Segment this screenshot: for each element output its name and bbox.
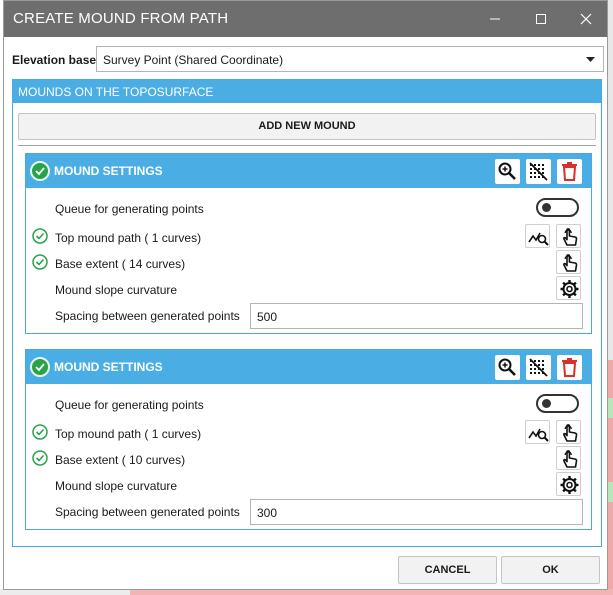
queue-label: Queue for generating points [55,398,204,412]
mound-settings-title: MOUND SETTINGS [54,164,163,178]
minimize-button[interactable] [472,1,518,37]
queue-toggle[interactable] [536,394,579,413]
hand-pointer-icon [563,254,578,272]
clear-points-button[interactable] [526,355,551,380]
title-bar[interactable]: CREATE MOUND FROM PATH [4,1,607,37]
elevation-base-label: Elevation base [12,53,97,67]
divider [18,145,596,146]
hand-pointer-icon [563,228,578,246]
mounds-panel-header: MOUNDS ON THE TOPOSURFACE [13,80,601,103]
queue-label: Queue for generating points [55,202,204,216]
pick-base-extent-button[interactable] [556,250,581,274]
mound-settings-header: MOUND SETTINGS [26,350,591,384]
slope-settings-button[interactable] [556,276,581,300]
dotted-grid-slash-icon [529,358,548,377]
trash-icon [562,358,577,377]
close-icon [580,13,592,25]
magnifier-plus-icon [498,162,516,180]
pick-top-path-button[interactable] [556,420,581,444]
mounds-panel: MOUNDS ON THE TOPOSURFACE ADD NEW MOUND … [12,79,602,547]
spacing-input[interactable]: 500 [250,303,583,329]
preview-path-button[interactable] [525,420,550,444]
minimize-icon [490,18,500,20]
slope-curvature-label: Mound slope curvature [55,283,178,297]
base-extent-label: Base extent ( 14 curves) [55,257,186,271]
gear-icon [560,476,579,494]
pick-top-path-button[interactable] [556,224,581,248]
trash-icon [562,162,577,181]
ok-button[interactable]: OK [501,556,600,584]
spacing-input[interactable]: 300 [250,499,583,525]
pick-base-extent-button[interactable] [556,446,581,470]
hand-pointer-icon [563,424,578,442]
add-new-mound-button[interactable]: ADD NEW MOUND [18,113,596,140]
mound-settings-card: MOUND SETTINGS Queue for generating poin… [25,349,592,530]
path-search-icon [528,232,549,246]
path-search-icon [528,428,549,442]
check-circle-icon [32,424,48,440]
magnifier-plus-icon [498,358,516,376]
window-title: CREATE MOUND FROM PATH [13,10,229,27]
check-circle-icon [30,161,50,181]
check-circle-icon [30,357,50,377]
maximize-icon [536,14,546,24]
check-circle-icon [32,450,48,466]
check-circle-icon [32,228,48,244]
queue-toggle[interactable] [536,198,579,217]
create-mound-dialog: CREATE MOUND FROM PATH Elevation base Su… [3,0,608,590]
elevation-base-value: Survey Point (Shared Coordinate) [103,53,284,67]
delete-mound-button[interactable] [557,355,582,380]
chevron-down-icon [586,57,595,62]
zoom-button[interactable] [495,355,520,380]
elevation-base-select[interactable]: Survey Point (Shared Coordinate) [96,46,604,72]
top-mound-path-label: Top mound path ( 1 curves) [55,231,202,245]
cancel-button[interactable]: CANCEL [398,556,497,584]
spacing-value: 300 [257,506,278,520]
mound-settings-header: MOUND SETTINGS [26,154,591,188]
gear-icon [560,280,579,298]
toggle-knob [542,399,551,408]
preview-path-button[interactable] [525,224,550,248]
slope-settings-button[interactable] [556,472,581,496]
maximize-button[interactable] [518,1,564,37]
spacing-label: Spacing between generated points [55,505,240,519]
clear-points-button[interactable] [526,159,551,184]
hand-pointer-icon [563,450,578,468]
spacing-label: Spacing between generated points [55,309,240,323]
base-extent-label: Base extent ( 10 curves) [55,453,186,467]
top-mound-path-label: Top mound path ( 1 curves) [55,427,202,441]
dotted-grid-slash-icon [529,162,548,181]
zoom-button[interactable] [495,159,520,184]
mound-settings-card: MOUND SETTINGS Queue for generating poin… [25,153,592,334]
delete-mound-button[interactable] [557,159,582,184]
mound-settings-title: MOUND SETTINGS [54,360,163,374]
slope-curvature-label: Mound slope curvature [55,479,178,493]
toggle-knob [542,203,551,212]
mounds-panel-title: MOUNDS ON THE TOPOSURFACE [18,85,214,99]
check-circle-icon [32,254,48,270]
spacing-value: 500 [257,310,278,324]
close-button[interactable] [563,1,609,37]
